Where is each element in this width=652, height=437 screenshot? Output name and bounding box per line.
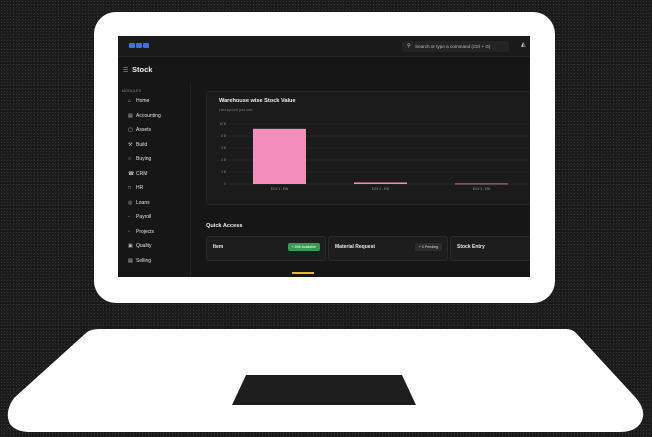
- laptop-trackpad: [232, 375, 416, 405]
- laptop-base: [7, 329, 644, 432]
